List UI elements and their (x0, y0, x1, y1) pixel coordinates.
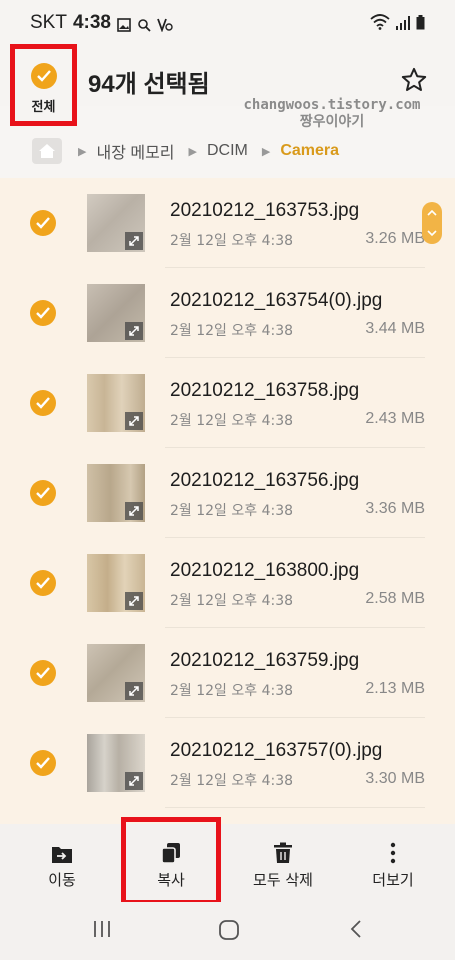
list-item[interactable]: 20210212_163756.jpg 2월 12일 오후 4:38 3.36 … (0, 448, 455, 538)
status-bar: SKT 4:38 (0, 0, 455, 44)
check-circle-icon[interactable] (30, 390, 56, 416)
folder-move-icon (12, 838, 112, 864)
file-date: 2월 12일 오후 4:38 (170, 413, 294, 429)
file-size: 3.30 MB (365, 770, 425, 787)
file-name: 20210212_163759.jpg (170, 650, 360, 671)
file-size: 3.36 MB (365, 500, 425, 517)
file-thumbnail (87, 464, 145, 522)
star-icon[interactable] (400, 66, 428, 98)
file-date: 2월 12일 오후 4:38 (170, 503, 294, 519)
home-nav-icon[interactable] (218, 919, 240, 945)
file-size: 2.58 MB (365, 590, 425, 607)
trash-icon (233, 838, 333, 864)
file-size: 3.44 MB (365, 320, 425, 337)
breadcrumb-camera[interactable]: Camera (280, 142, 339, 160)
select-all-checkbox[interactable]: 전체 (10, 44, 77, 126)
expand-icon[interactable] (125, 682, 143, 700)
more-label: 더보기 (372, 871, 414, 889)
gallery-icon (117, 16, 131, 32)
file-name: 20210212_163758.jpg (170, 380, 360, 401)
expand-icon[interactable] (125, 592, 143, 610)
file-thumbnail (87, 734, 145, 792)
file-date: 2월 12일 오후 4:38 (170, 593, 294, 609)
file-thumbnail (87, 374, 145, 432)
check-circle-icon[interactable] (30, 750, 56, 776)
check-circle-icon[interactable] (30, 480, 56, 506)
file-name: 20210212_163757(0).jpg (170, 740, 383, 761)
wifi-icon (370, 14, 390, 34)
expand-icon[interactable] (125, 502, 143, 520)
file-name: 20210212_163753.jpg (170, 200, 360, 221)
check-circle-icon[interactable] (30, 300, 56, 326)
file-size: 3.26 MB (365, 230, 425, 247)
list-item[interactable]: 20210212_163754(0).jpg 2월 12일 오후 4:38 3.… (0, 268, 455, 358)
file-thumbnail (87, 284, 145, 342)
expand-icon[interactable] (125, 322, 143, 340)
check-circle-icon[interactable] (30, 570, 56, 596)
more-vertical-icon (343, 838, 443, 864)
search-icon (137, 16, 151, 32)
check-circle-icon[interactable] (30, 660, 56, 686)
battery-icon (416, 14, 425, 34)
delete-all-button[interactable]: 모두 삭제 (233, 838, 333, 890)
copy-highlight-frame (121, 817, 221, 905)
check-circle-icon (31, 63, 57, 89)
home-icon (39, 144, 55, 158)
chevron-right-icon: ▶ (188, 145, 197, 158)
page-title: 94개 선택됨 (88, 71, 210, 98)
chevron-right-icon: ▶ (78, 145, 87, 158)
more-button[interactable]: 더보기 (343, 838, 443, 890)
watermark-url: changwoos.tistory.com (243, 97, 421, 113)
list-item[interactable]: 20210212_163753.jpg 2월 12일 오후 4:38 3.26 … (0, 178, 455, 268)
list-item[interactable]: 20210212_163800.jpg 2월 12일 오후 4:38 2.58 … (0, 538, 455, 628)
file-thumbnail (87, 554, 145, 612)
file-name: 20210212_163754(0).jpg (170, 290, 383, 311)
select-all-label: 전체 (31, 100, 56, 115)
v-icon (157, 16, 173, 33)
divider (165, 807, 425, 808)
file-name: 20210212_163756.jpg (170, 470, 360, 491)
breadcrumb-internal-storage[interactable]: 내장 메모리 (96, 139, 174, 163)
file-date: 2월 12일 오후 4:38 (170, 773, 294, 789)
list-item[interactable]: 20210212_163758.jpg 2월 12일 오후 4:38 2.43 … (0, 358, 455, 448)
file-thumbnail (87, 194, 145, 252)
file-list[interactable]: 20210212_163753.jpg 2월 12일 오후 4:38 3.26 … (0, 178, 455, 824)
file-size: 2.43 MB (365, 410, 425, 427)
breadcrumb-dcim[interactable]: DCIM (207, 142, 248, 160)
status-time: 4:38 (72, 12, 111, 33)
watermark: changwoos.tistory.com 짱우이야기 (232, 97, 432, 131)
file-date: 2월 12일 오후 4:38 (170, 683, 294, 699)
fast-scroll-handle[interactable] (422, 202, 442, 244)
file-date: 2월 12일 오후 4:38 (170, 233, 294, 249)
expand-icon[interactable] (125, 232, 143, 250)
file-thumbnail (87, 644, 145, 702)
home-button[interactable] (32, 138, 62, 164)
watermark-name: 짱우이야기 (299, 114, 365, 130)
file-size: 2.13 MB (365, 680, 425, 697)
carrier-label: SKT (30, 12, 67, 33)
file-date: 2월 12일 오후 4:38 (170, 323, 294, 339)
check-circle-icon[interactable] (30, 210, 56, 236)
file-name: 20210212_163800.jpg (170, 560, 360, 581)
list-item[interactable]: 20210212_163759.jpg 2월 12일 오후 4:38 2.13 … (0, 628, 455, 718)
system-navigation-bar (0, 902, 455, 960)
move-label: 이동 (48, 871, 76, 889)
expand-icon[interactable] (125, 412, 143, 430)
move-button[interactable]: 이동 (12, 838, 112, 890)
list-item[interactable]: 20210212_163757(0).jpg 2월 12일 오후 4:38 3.… (0, 718, 455, 808)
delete-all-label: 모두 삭제 (253, 871, 313, 889)
expand-icon[interactable] (125, 772, 143, 790)
bottom-toolbar: 이동 복사 모두 삭제 더보기 (0, 824, 455, 902)
breadcrumb: ▶ 내장 메모리 ▶ DCIM ▶ Camera (32, 136, 353, 166)
recent-apps-icon[interactable] (92, 919, 112, 943)
chevron-right-icon: ▶ (261, 145, 271, 158)
signal-icon (396, 15, 410, 34)
back-icon[interactable] (349, 919, 363, 943)
